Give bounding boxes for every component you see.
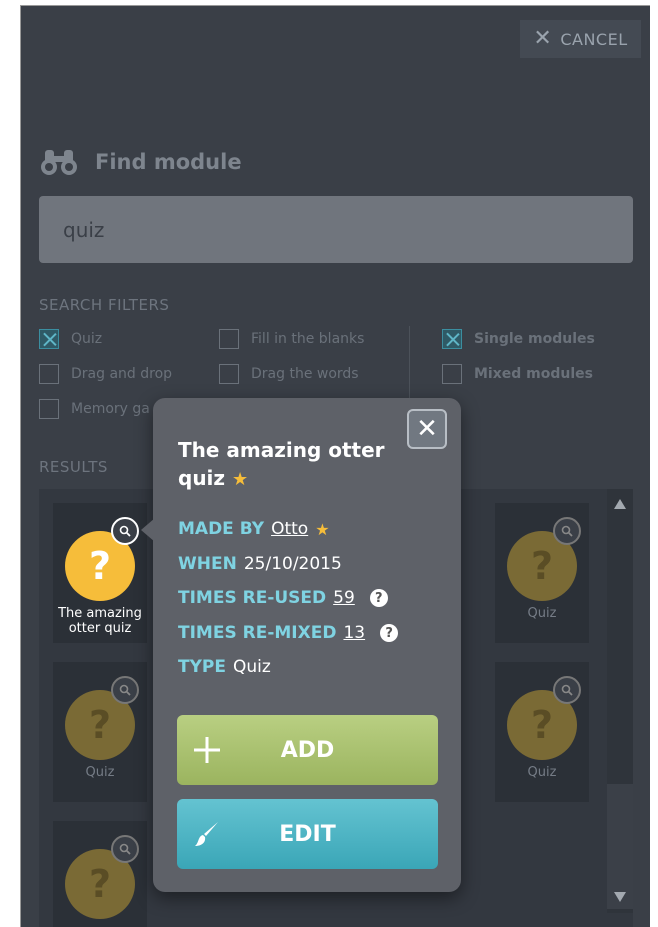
help-icon[interactable]: ? <box>380 624 399 642</box>
card-label: Quiz <box>85 765 115 780</box>
result-card[interactable]: ? Quiz <box>53 662 147 802</box>
card-label: Quiz <box>527 606 557 621</box>
add-label: ADD <box>280 737 335 763</box>
times-remixed-link[interactable]: 13 <box>343 623 365 643</box>
results-label: RESULTS <box>39 458 108 476</box>
cancel-label: CANCEL <box>560 29 628 49</box>
filter-label: Drag the words <box>251 366 359 382</box>
scroll-up-icon[interactable] <box>614 499 626 509</box>
checkbox[interactable] <box>219 329 239 349</box>
close-icon: ✕ <box>533 26 553 51</box>
filter-drag-and-drop[interactable]: Drag and drop <box>39 364 172 384</box>
filter-label: Single modules <box>474 331 595 347</box>
popup-title: The amazing otter quiz ★ <box>178 436 408 494</box>
filter-drag-the-words[interactable]: Drag the words <box>219 364 359 384</box>
search-icon[interactable] <box>553 676 581 704</box>
paintbrush-icon <box>177 819 237 849</box>
popup-title-text: The amazing otter quiz <box>178 438 385 490</box>
help-icon[interactable]: ? <box>369 589 388 607</box>
popup-close-button[interactable]: ✕ <box>407 409 447 449</box>
card-label: The amazing otter quiz <box>58 606 142 636</box>
result-card[interactable]: ? <box>53 821 147 927</box>
add-button[interactable]: ADD <box>177 715 438 785</box>
times-reused-key: TIMES RE-USED <box>178 588 327 608</box>
search-filters-label: SEARCH FILTERS <box>39 296 170 314</box>
result-card[interactable]: ? Quiz <box>495 503 589 643</box>
search-input[interactable]: quiz <box>39 196 633 263</box>
cancel-button[interactable]: ✕ CANCEL <box>520 20 641 58</box>
result-card[interactable]: ? The amazing otter quiz <box>53 503 147 643</box>
filter-label: Fill in the blanks <box>251 331 365 347</box>
filter-label: Drag and drop <box>71 366 173 382</box>
card-label: Quiz <box>527 765 557 780</box>
search-query: quiz <box>63 217 105 242</box>
edit-label: EDIT <box>279 821 336 847</box>
edit-button[interactable]: EDIT <box>177 799 438 869</box>
search-icon[interactable] <box>111 517 139 545</box>
author-link[interactable]: Otto <box>271 519 308 539</box>
scrollbar-thumb[interactable] <box>607 784 633 909</box>
search-icon[interactable] <box>111 676 139 704</box>
checkbox[interactable] <box>219 364 239 384</box>
filter-quiz[interactable]: Quiz <box>39 329 102 349</box>
checkbox-checked[interactable] <box>39 329 59 349</box>
type-key: TYPE <box>178 657 226 677</box>
times-remixed-key: TIMES RE-MIXED <box>178 623 337 643</box>
plus-icon <box>177 735 237 765</box>
page-title: Find module <box>39 146 242 178</box>
when-row: WHEN 25/10/2015 <box>178 554 342 574</box>
popup-pointer <box>141 518 155 542</box>
search-icon[interactable] <box>553 517 581 545</box>
filter-mixed-modules[interactable]: Mixed modules <box>442 364 593 384</box>
checkbox[interactable] <box>39 399 59 419</box>
checkbox[interactable] <box>442 364 462 384</box>
scroll-down-icon[interactable] <box>614 892 626 902</box>
binoculars-icon <box>41 150 77 175</box>
filter-memory-game[interactable]: Memory ga <box>39 399 150 419</box>
filter-label: Mixed modules <box>474 366 593 382</box>
times-reused-row: TIMES RE-USED 59 ? <box>178 588 388 608</box>
checkbox[interactable] <box>39 364 59 384</box>
made-by-row: MADE BY Otto ★ <box>178 519 330 539</box>
filter-fill-in-the-blanks[interactable]: Fill in the blanks <box>219 329 364 349</box>
result-card[interactable]: ? Quiz <box>495 662 589 802</box>
filter-single-modules[interactable]: Single modules <box>442 329 595 349</box>
times-remixed-row: TIMES RE-MIXED 13 ? <box>178 623 399 643</box>
star-icon: ★ <box>232 469 249 490</box>
made-by-key: MADE BY <box>178 519 265 539</box>
type-row: TYPE Quiz <box>178 657 271 677</box>
page-title-text: Find module <box>95 150 242 174</box>
when-key: WHEN <box>178 554 237 574</box>
search-icon[interactable] <box>111 835 139 863</box>
star-icon: ★ <box>315 519 330 539</box>
results-scrollbar[interactable] <box>607 489 633 913</box>
filter-label: Memory ga <box>71 401 150 417</box>
type-value: Quiz <box>232 657 271 677</box>
checkbox-checked[interactable] <box>442 329 462 349</box>
module-details-popup: ✕ The amazing otter quiz ★ MADE BY Otto … <box>141 398 461 892</box>
filter-divider <box>409 326 410 404</box>
filter-label: Quiz <box>71 331 103 347</box>
when-value: 25/10/2015 <box>243 554 342 574</box>
times-reused-link[interactable]: 59 <box>333 588 355 608</box>
